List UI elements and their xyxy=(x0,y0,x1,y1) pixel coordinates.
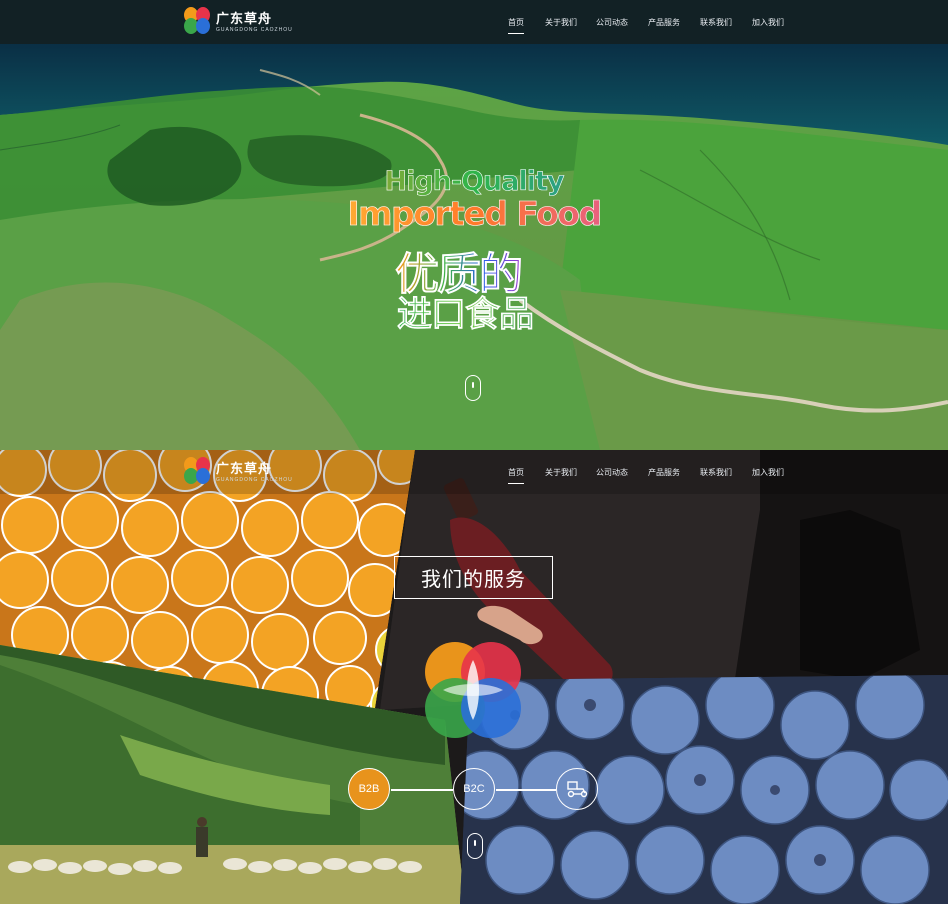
brand-name-en: GUANGDONG CAOZHOU xyxy=(216,476,293,483)
brand-emblem-icon xyxy=(425,642,521,738)
brand-name-cn: 广东草舟 xyxy=(216,10,273,26)
page: 广东草舟 GUANGDONG CAOZHOU 首页 关于我们 公司动态 产品服务… xyxy=(0,0,948,904)
services-banner: 广东草舟 GUANGDONG CAOZHOU 首页 关于我们 公司动态 产品服务… xyxy=(0,450,948,904)
nav-item-products[interactable]: 产品服务 xyxy=(648,467,680,478)
nav-item-about[interactable]: 关于我们 xyxy=(545,17,577,28)
logo-petals-icon xyxy=(182,455,212,485)
logo-petals-icon xyxy=(182,5,212,35)
nav-item-home[interactable]: 首页 xyxy=(508,17,524,34)
mouse-scroll-icon[interactable] xyxy=(467,833,483,859)
headline-en-line1: High-Quality xyxy=(0,166,948,198)
nav-item-join[interactable]: 加入我们 xyxy=(752,17,784,28)
nav-item-products[interactable]: 产品服务 xyxy=(648,17,680,28)
b2b-badge[interactable]: B2B xyxy=(348,768,390,810)
main-menu: 首页 关于我们 公司动态 产品服务 联系我们 加入我们 xyxy=(508,0,784,44)
delivery-scooter-icon[interactable] xyxy=(556,768,598,810)
brand-logo[interactable]: 广东草舟 GUANGDONG CAOZHOU xyxy=(182,5,293,35)
nav-item-contact[interactable]: 联系我们 xyxy=(700,467,732,478)
nav-item-news[interactable]: 公司动态 xyxy=(596,17,628,28)
b2c-badge[interactable]: B2C xyxy=(453,768,495,810)
brand-name-cn: 广东草舟 xyxy=(216,460,273,476)
headline-en-line2: Imported Food xyxy=(0,194,948,234)
connector-line xyxy=(391,789,453,791)
main-menu-2: 首页 关于我们 公司动态 产品服务 联系我们 加入我们 xyxy=(508,450,784,494)
connector-line xyxy=(496,789,556,791)
hero-banner-landscape: 广东草舟 GUANGDONG CAOZHOU 首页 关于我们 公司动态 产品服务… xyxy=(0,0,948,450)
service-title: 我们的服务 xyxy=(394,556,553,599)
top-navigation: 广东草舟 GUANGDONG CAOZHOU 首页 关于我们 公司动态 产品服务… xyxy=(0,0,948,44)
nav-item-about[interactable]: 关于我们 xyxy=(545,467,577,478)
nav-item-home[interactable]: 首页 xyxy=(508,467,524,484)
headline-cn-line2: 进口食品 xyxy=(397,286,535,337)
mouse-scroll-icon[interactable] xyxy=(465,375,481,401)
brand-logo-2[interactable]: 广东草舟 GUANGDONG CAOZHOU xyxy=(182,455,293,485)
nav-item-news[interactable]: 公司动态 xyxy=(596,467,628,478)
nav-item-contact[interactable]: 联系我们 xyxy=(700,17,732,28)
top-navigation-2: 广东草舟 GUANGDONG CAOZHOU 首页 关于我们 公司动态 产品服务… xyxy=(0,450,948,494)
brand-name-en: GUANGDONG CAOZHOU xyxy=(216,26,293,33)
nav-item-join[interactable]: 加入我们 xyxy=(752,467,784,478)
